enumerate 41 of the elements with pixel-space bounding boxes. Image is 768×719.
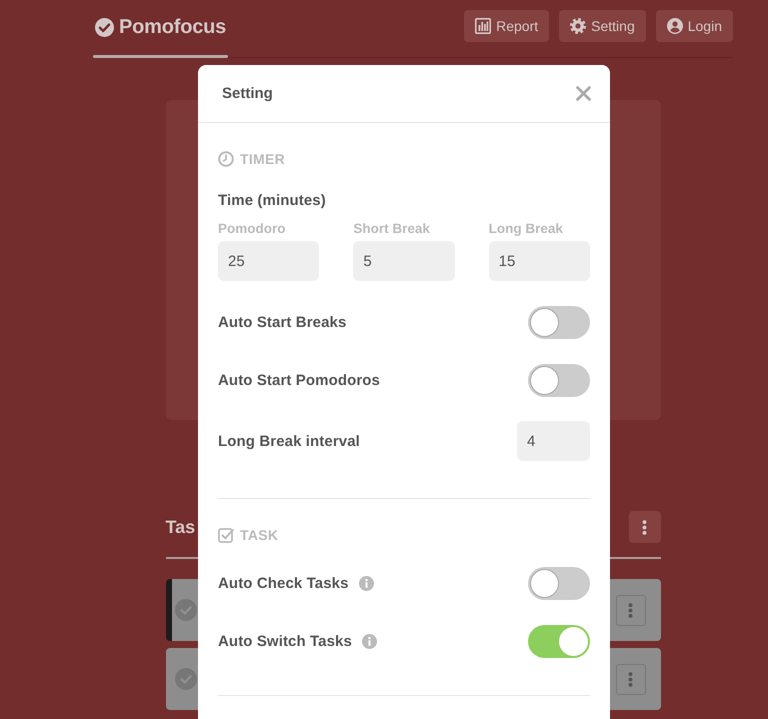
checkbox-icon	[218, 527, 234, 543]
toggle-switch[interactable]	[528, 364, 590, 397]
setting-label: Long Break interval	[218, 432, 360, 450]
toggle-switch[interactable]	[528, 625, 590, 658]
check-circle-icon	[95, 18, 114, 37]
close-icon	[576, 86, 591, 101]
kebab-icon	[642, 520, 647, 534]
toggle-switch[interactable]	[528, 306, 590, 339]
setting-label: Auto Check Tasks	[218, 575, 349, 592]
info-icon[interactable]	[358, 576, 374, 591]
setting-label: Auto Start Pomodoros	[218, 372, 380, 389]
section-heading: TASK	[240, 527, 278, 543]
menu-button[interactable]	[628, 511, 660, 543]
setting-label: Auto Start Breaks	[218, 314, 346, 331]
clock-icon	[218, 151, 234, 167]
number-field[interactable]: 15	[488, 241, 590, 281]
field-label: Long Break	[488, 221, 564, 237]
nav-button[interactable]: Login	[656, 10, 733, 42]
nav-button[interactable]: Report	[464, 10, 550, 42]
close-button[interactable]	[574, 84, 593, 103]
check-circle-icon	[174, 668, 196, 690]
kebab-icon	[628, 672, 633, 686]
setting-label: Time (minutes)	[218, 192, 327, 210]
section-title: Tas	[166, 516, 196, 538]
app-logo-title: Pomofocus	[119, 16, 226, 39]
number-field[interactable]: 4	[517, 421, 590, 461]
settings-icon	[570, 18, 586, 34]
field-label: Short Break	[353, 221, 431, 237]
number-field[interactable]: 25	[218, 241, 320, 281]
check-circle-icon	[174, 599, 196, 621]
setting-label: Auto Switch Tasks	[218, 633, 352, 650]
nav-button[interactable]: Setting	[559, 10, 646, 42]
dialog-title: Setting	[222, 85, 273, 102]
kebab-icon	[628, 602, 633, 618]
chart-icon	[475, 18, 492, 34]
field-label: Pomodoro	[218, 221, 286, 237]
info-icon[interactable]	[362, 634, 377, 649]
section-heading: TIMER	[240, 151, 286, 167]
number-field[interactable]: 5	[353, 241, 455, 281]
toggle-switch[interactable]	[528, 567, 590, 600]
user-icon	[666, 18, 683, 34]
